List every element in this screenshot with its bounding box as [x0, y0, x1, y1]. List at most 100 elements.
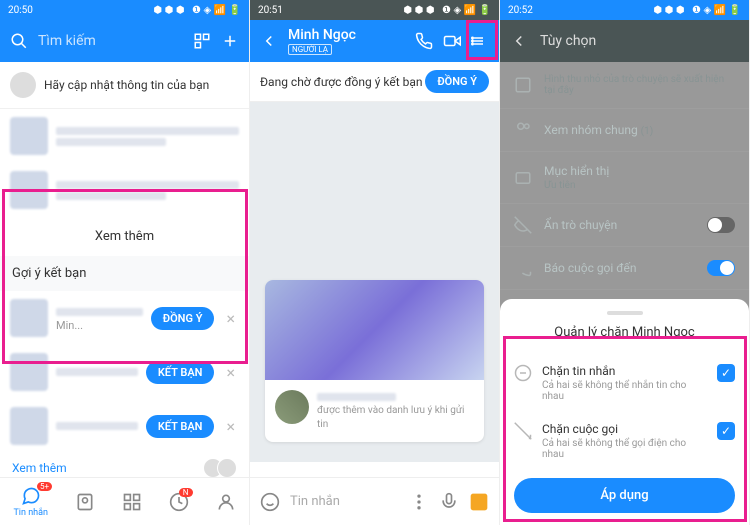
search-icon[interactable] [10, 32, 28, 50]
addfriend-button[interactable]: KẾT BẠN [146, 361, 215, 384]
checkbox[interactable]: ✓ [717, 422, 735, 440]
friend-suggestions-title: Gợi ý kết bạn [0, 256, 249, 291]
agree-button[interactable]: ĐỒNG Ý [151, 307, 215, 330]
options-header: Tùy chọn [500, 20, 749, 62]
plus-icon[interactable] [221, 32, 239, 50]
status-bar: 20:50 ⬢ ⬢ ⬢ ❶ ◈ 📶 🔋 [0, 0, 249, 20]
status-bar: 20:51 ⬢ ⬢ ⬢ ❶ ◈ 📶 🔋 [250, 0, 499, 20]
back-icon[interactable] [260, 32, 278, 50]
suggestion-item: Min... ĐỒNG Ý × [0, 291, 249, 345]
option-label: Ẩn trò chuyện [544, 218, 695, 232]
sheet-title: Quản lý chặn Minh Ngọc [514, 325, 735, 340]
group-icon [514, 121, 532, 139]
chat-preview-hint: Hình thu nhỏ của trò chuyện sẽ xuất hiện… [500, 62, 749, 109]
call-icon[interactable] [415, 32, 433, 50]
close-icon[interactable]: × [222, 363, 239, 382]
nav-timeline[interactable]: N [169, 492, 189, 512]
bottom-nav: Tin nhắn5+ N [0, 477, 249, 525]
chat-item[interactable] [0, 109, 249, 163]
search-placeholder: Tìm kiếm [38, 33, 96, 49]
option-label: Mục hiển thị [544, 164, 735, 178]
app-header: Tìm kiếm [0, 20, 249, 62]
screen-messages: 20:50 ⬢ ⬢ ⬢ ❶ ◈ 📶 🔋 Tìm kiếm Hãy cập nhậ… [0, 0, 250, 525]
header-title: Tùy chọn [540, 33, 596, 49]
hint-text: Hình thu nhỏ của trò chuyện sẽ xuất hiện… [544, 74, 735, 96]
badge: N [179, 488, 193, 497]
agree-button[interactable]: ĐỒNG Ý [425, 70, 489, 93]
toggle[interactable] [707, 260, 735, 276]
option-call-notify[interactable]: Báo cuộc gọi đến [500, 247, 749, 290]
block-calls-option[interactable]: Chặn cuộc gọi Cả hai sẽ không thể gọi điệ… [514, 412, 735, 470]
checkbox[interactable]: ✓ [717, 364, 735, 382]
avatar [275, 390, 309, 424]
sticker-icon[interactable] [260, 492, 280, 512]
avatar [10, 299, 48, 337]
toggle[interactable] [707, 217, 735, 233]
stranger-badge: NGƯỜI LẠ [288, 44, 332, 55]
avatar [10, 117, 48, 155]
search-input[interactable]: Tìm kiếm [38, 33, 183, 49]
image-icon[interactable] [469, 492, 489, 512]
image-icon [514, 76, 532, 94]
block-messages-option[interactable]: Chặn tin nhắn Cả hai sẽ không thể nhắn ti… [514, 354, 735, 412]
see-more-link[interactable]: Xem thêm [0, 217, 249, 256]
status-bar: 20:52 ⬢ ⬢ ⬢ ❶ ◈ 📶 🔋 [500, 0, 749, 20]
grid-icon [122, 492, 142, 512]
nav-messages[interactable]: Tin nhắn5+ [13, 486, 48, 518]
banner-text: Hãy cập nhật thông tin của bạn [44, 78, 209, 92]
contact-icon [75, 492, 95, 512]
nav-contacts[interactable] [75, 492, 95, 512]
update-info-banner[interactable]: Hãy cập nhật thông tin của bạn [0, 62, 249, 109]
block-label: Chặn tin nhắn [542, 364, 707, 378]
status-time: 20:51 [258, 5, 283, 16]
nav-me[interactable] [216, 492, 236, 512]
suggestion-sub: Min... [56, 319, 83, 332]
badge: 5+ [37, 482, 52, 491]
option-display[interactable]: Mục hiển thịƯu tiên [500, 152, 749, 204]
close-icon[interactable]: × [222, 309, 239, 328]
chat-item[interactable] [0, 163, 249, 217]
block-label: Chặn cuộc gọi [542, 422, 707, 436]
message-card[interactable]: được thêm vào danh lưu ý khi gửi tin [265, 280, 484, 442]
message-text: được thêm vào danh lưu ý khi gửi tin [317, 405, 464, 430]
apply-button[interactable]: Áp dụng [514, 478, 735, 513]
chat-name: Minh Ngọc [288, 27, 405, 43]
display-icon [514, 169, 532, 187]
mic-icon[interactable] [439, 492, 459, 512]
qr-icon[interactable] [193, 32, 211, 50]
nav-label: Tin nhắn [13, 508, 48, 518]
nav-discover[interactable] [122, 492, 142, 512]
dimmed-background: Hình thu nhỏ của trò chuyện sẽ xuất hiện… [500, 62, 749, 525]
phone-icon [514, 259, 532, 277]
status-icons: ⬢ ⬢ ⬢ ❶ ◈ 📶 🔋 [153, 5, 241, 16]
avatar [10, 72, 36, 98]
addfriend-button[interactable]: KẾT BẠN [146, 415, 215, 438]
option-groups[interactable]: Xem nhóm chung (1) [500, 109, 749, 152]
suggestion-item: KẾT BẠN × [0, 399, 249, 453]
eye-off-icon [514, 216, 532, 234]
screen-chat: 20:51 ⬢ ⬢ ⬢ ❶ ◈ 📶 🔋 Minh Ngọc NGƯỜI LẠ Đ… [250, 0, 500, 525]
video-icon[interactable] [443, 32, 461, 50]
close-icon[interactable]: × [222, 417, 239, 436]
avatar [10, 353, 48, 391]
status-time: 20:52 [508, 5, 533, 16]
message-input[interactable]: Tin nhắn [290, 494, 399, 509]
avatar [10, 171, 48, 209]
message-image [265, 280, 484, 380]
option-label: Báo cuộc gọi đến [544, 261, 695, 275]
message-input-bar: Tin nhắn [250, 477, 499, 525]
block-sub: Cả hai sẽ không thể nhắn tin cho nhau [542, 380, 707, 402]
status-time: 20:50 [8, 5, 33, 16]
chat-body[interactable]: được thêm vào danh lưu ý khi gửi tin [250, 102, 499, 462]
chat-title-block[interactable]: Minh Ngọc NGƯỜI LẠ [288, 27, 405, 55]
option-label: Xem nhóm chung [544, 123, 638, 137]
block-sub: Cả hai sẽ không thể gọi điện cho nhau [542, 438, 707, 460]
block-sheet: Quản lý chặn Minh Ngọc Chặn tin nhắn Cả h… [500, 299, 749, 525]
more-icon[interactable] [409, 492, 429, 512]
see-more-link[interactable]: Xem thêm [12, 457, 67, 479]
back-icon[interactable] [510, 32, 528, 50]
suggestion-item: KẾT BẠN × [0, 345, 249, 399]
sheet-handle[interactable] [607, 311, 643, 315]
option-hide-chat[interactable]: Ẩn trò chuyện [500, 204, 749, 247]
menu-icon[interactable] [471, 32, 489, 50]
